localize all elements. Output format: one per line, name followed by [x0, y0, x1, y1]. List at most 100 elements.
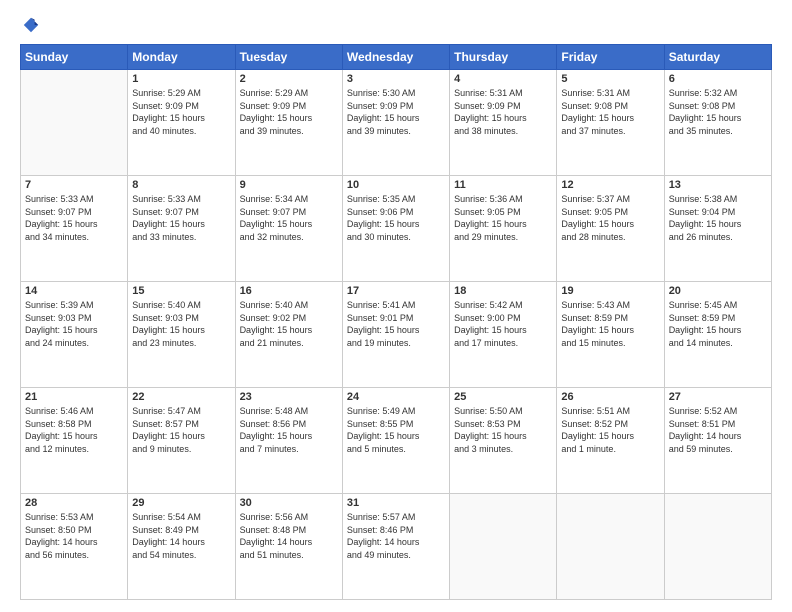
calendar-cell: 21Sunrise: 5:46 AM Sunset: 8:58 PM Dayli… — [21, 388, 128, 494]
day-number: 10 — [347, 179, 445, 191]
day-number: 23 — [240, 391, 338, 403]
calendar-cell: 6 Sunrise: 5:32 AM Sunset: 9:08 PM Daylig… — [664, 70, 771, 176]
day-info: Sunrise: 5:33 AM Sunset: 9:07 PM Dayligh… — [132, 193, 230, 243]
day-number: 6 — [669, 73, 767, 85]
day-number: 7 — [25, 179, 123, 191]
calendar-cell — [21, 70, 128, 176]
calendar-cell: 24Sunrise: 5:49 AM Sunset: 8:55 PM Dayli… — [342, 388, 449, 494]
day-info: Sunrise: 5:50 AM Sunset: 8:53 PM Dayligh… — [454, 405, 552, 455]
calendar-header-sunday: Sunday — [21, 45, 128, 70]
calendar-week-3: 14 Sunrise: 5:39 AM Sunset: 9:03 PM Dayli… — [21, 282, 772, 388]
day-number: 29 — [132, 497, 230, 509]
day-number: 20 — [669, 285, 767, 297]
calendar-header-monday: Monday — [128, 45, 235, 70]
day-info: Sunrise: 5:54 AM Sunset: 8:49 PM Dayligh… — [132, 511, 230, 561]
day-number: 19 — [561, 285, 659, 297]
day-number: 8 — [132, 179, 230, 191]
calendar-week-4: 21Sunrise: 5:46 AM Sunset: 8:58 PM Dayli… — [21, 388, 772, 494]
calendar-cell: 28Sunrise: 5:53 AM Sunset: 8:50 PM Dayli… — [21, 494, 128, 600]
calendar-header-saturday: Saturday — [664, 45, 771, 70]
calendar-cell: 25 Sunrise: 5:50 AM Sunset: 8:53 PM Dayli… — [450, 388, 557, 494]
day-info: Sunrise: 5:56 AM Sunset: 8:48 PM Dayligh… — [240, 511, 338, 561]
day-number: 21 — [25, 391, 123, 403]
day-info: Sunrise: 5:34 AM Sunset: 9:07 PM Dayligh… — [240, 193, 338, 243]
day-info: Sunrise: 5:29 AM Sunset: 9:09 PM Dayligh… — [240, 87, 338, 137]
day-number: 5 — [561, 73, 659, 85]
day-number: 17 — [347, 285, 445, 297]
calendar-cell: 12 Sunrise: 5:37 AM Sunset: 9:05 PM Dayli… — [557, 176, 664, 282]
day-number: 2 — [240, 73, 338, 85]
calendar-cell: 7 Sunrise: 5:33 AM Sunset: 9:07 PM Daylig… — [21, 176, 128, 282]
day-number: 27 — [669, 391, 767, 403]
calendar-cell: 23 Sunrise: 5:48 AM Sunset: 8:56 PM Dayli… — [235, 388, 342, 494]
calendar-cell: 31Sunrise: 5:57 AM Sunset: 8:46 PM Dayli… — [342, 494, 449, 600]
calendar-week-5: 28Sunrise: 5:53 AM Sunset: 8:50 PM Dayli… — [21, 494, 772, 600]
day-info: Sunrise: 5:37 AM Sunset: 9:05 PM Dayligh… — [561, 193, 659, 243]
day-info: Sunrise: 5:57 AM Sunset: 8:46 PM Dayligh… — [347, 511, 445, 561]
day-info: Sunrise: 5:42 AM Sunset: 9:00 PM Dayligh… — [454, 299, 552, 349]
day-number: 4 — [454, 73, 552, 85]
day-info: Sunrise: 5:40 AM Sunset: 9:02 PM Dayligh… — [240, 299, 338, 349]
calendar-cell: 8 Sunrise: 5:33 AM Sunset: 9:07 PM Daylig… — [128, 176, 235, 282]
day-info: Sunrise: 5:43 AM Sunset: 8:59 PM Dayligh… — [561, 299, 659, 349]
day-info: Sunrise: 5:36 AM Sunset: 9:05 PM Dayligh… — [454, 193, 552, 243]
day-number: 30 — [240, 497, 338, 509]
day-info: Sunrise: 5:41 AM Sunset: 9:01 PM Dayligh… — [347, 299, 445, 349]
day-info: Sunrise: 5:33 AM Sunset: 9:07 PM Dayligh… — [25, 193, 123, 243]
calendar-cell: 19 Sunrise: 5:43 AM Sunset: 8:59 PM Dayli… — [557, 282, 664, 388]
logo — [20, 16, 40, 34]
day-number: 26 — [561, 391, 659, 403]
calendar-cell — [664, 494, 771, 600]
calendar-cell — [557, 494, 664, 600]
day-number: 12 — [561, 179, 659, 191]
header — [20, 16, 772, 34]
calendar-cell: 13 Sunrise: 5:38 AM Sunset: 9:04 PM Dayli… — [664, 176, 771, 282]
day-info: Sunrise: 5:53 AM Sunset: 8:50 PM Dayligh… — [25, 511, 123, 561]
calendar-cell: 27Sunrise: 5:52 AM Sunset: 8:51 PM Dayli… — [664, 388, 771, 494]
calendar-cell: 4 Sunrise: 5:31 AM Sunset: 9:09 PM Daylig… — [450, 70, 557, 176]
calendar-cell: 18 Sunrise: 5:42 AM Sunset: 9:00 PM Dayli… — [450, 282, 557, 388]
calendar-cell: 14 Sunrise: 5:39 AM Sunset: 9:03 PM Dayli… — [21, 282, 128, 388]
day-info: Sunrise: 5:45 AM Sunset: 8:59 PM Dayligh… — [669, 299, 767, 349]
calendar-cell: 30 Sunrise: 5:56 AM Sunset: 8:48 PM Dayli… — [235, 494, 342, 600]
calendar-cell: 11Sunrise: 5:36 AM Sunset: 9:05 PM Dayli… — [450, 176, 557, 282]
day-info: Sunrise: 5:48 AM Sunset: 8:56 PM Dayligh… — [240, 405, 338, 455]
day-number: 15 — [132, 285, 230, 297]
day-number: 16 — [240, 285, 338, 297]
calendar-cell: 16 Sunrise: 5:40 AM Sunset: 9:02 PM Dayli… — [235, 282, 342, 388]
day-info: Sunrise: 5:31 AM Sunset: 9:08 PM Dayligh… — [561, 87, 659, 137]
calendar-cell: 22 Sunrise: 5:47 AM Sunset: 8:57 PM Dayli… — [128, 388, 235, 494]
calendar-cell: 9 Sunrise: 5:34 AM Sunset: 9:07 PM Daylig… — [235, 176, 342, 282]
day-info: Sunrise: 5:51 AM Sunset: 8:52 PM Dayligh… — [561, 405, 659, 455]
day-number: 3 — [347, 73, 445, 85]
day-info: Sunrise: 5:47 AM Sunset: 8:57 PM Dayligh… — [132, 405, 230, 455]
calendar-cell: 20 Sunrise: 5:45 AM Sunset: 8:59 PM Dayli… — [664, 282, 771, 388]
day-info: Sunrise: 5:32 AM Sunset: 9:08 PM Dayligh… — [669, 87, 767, 137]
calendar-cell: 2 Sunrise: 5:29 AM Sunset: 9:09 PM Daylig… — [235, 70, 342, 176]
calendar-header-row: SundayMondayTuesdayWednesdayThursdayFrid… — [21, 45, 772, 70]
calendar-header-wednesday: Wednesday — [342, 45, 449, 70]
calendar-header-thursday: Thursday — [450, 45, 557, 70]
logo-icon — [22, 16, 40, 34]
day-info: Sunrise: 5:40 AM Sunset: 9:03 PM Dayligh… — [132, 299, 230, 349]
day-info: Sunrise: 5:31 AM Sunset: 9:09 PM Dayligh… — [454, 87, 552, 137]
calendar-cell: 15 Sunrise: 5:40 AM Sunset: 9:03 PM Dayli… — [128, 282, 235, 388]
day-number: 14 — [25, 285, 123, 297]
day-number: 18 — [454, 285, 552, 297]
day-number: 9 — [240, 179, 338, 191]
calendar-week-1: 1 Sunrise: 5:29 AM Sunset: 9:09 PM Daylig… — [21, 70, 772, 176]
day-info: Sunrise: 5:38 AM Sunset: 9:04 PM Dayligh… — [669, 193, 767, 243]
calendar-cell: 5 Sunrise: 5:31 AM Sunset: 9:08 PM Daylig… — [557, 70, 664, 176]
day-number: 1 — [132, 73, 230, 85]
day-info: Sunrise: 5:29 AM Sunset: 9:09 PM Dayligh… — [132, 87, 230, 137]
day-info: Sunrise: 5:35 AM Sunset: 9:06 PM Dayligh… — [347, 193, 445, 243]
day-number: 25 — [454, 391, 552, 403]
calendar-cell: 26 Sunrise: 5:51 AM Sunset: 8:52 PM Dayli… — [557, 388, 664, 494]
day-info: Sunrise: 5:30 AM Sunset: 9:09 PM Dayligh… — [347, 87, 445, 137]
day-number: 22 — [132, 391, 230, 403]
day-info: Sunrise: 5:39 AM Sunset: 9:03 PM Dayligh… — [25, 299, 123, 349]
calendar-cell: 17 Sunrise: 5:41 AM Sunset: 9:01 PM Dayli… — [342, 282, 449, 388]
calendar-cell: 10 Sunrise: 5:35 AM Sunset: 9:06 PM Dayli… — [342, 176, 449, 282]
calendar-cell: 3 Sunrise: 5:30 AM Sunset: 9:09 PM Daylig… — [342, 70, 449, 176]
day-number: 13 — [669, 179, 767, 191]
